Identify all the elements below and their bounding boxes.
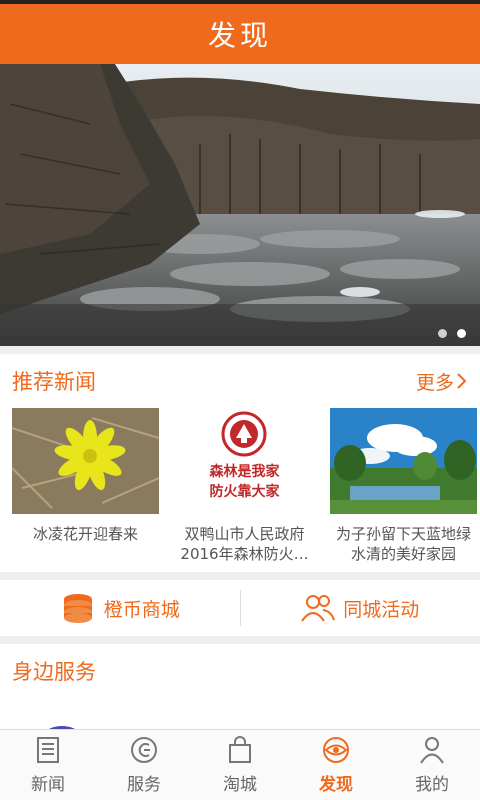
tab-shop[interactable]: 淘城 [192,730,288,800]
more-label: 更多 [415,371,454,394]
carousel-dot-active[interactable] [457,329,466,338]
bottom-tab-bar: 新闻 服务 淘城 发现 我的 [0,729,480,800]
newspaper-icon [37,736,59,763]
page-title: 发现 [207,19,272,52]
news-card[interactable]: 冰凌花开迎春来 [12,408,159,564]
news-thumbnail: 森林是我家 防火靠大家 [171,408,318,514]
news-thumbnail [12,408,159,514]
logo-text-line2: 防火靠大家 [209,484,280,500]
shopping-bag-icon [229,735,251,763]
tab-label: 新闻 [31,774,65,795]
tab-service[interactable]: 服务 [96,730,192,800]
forest-fire-logo [221,411,267,457]
coins-icon [63,594,92,623]
banner-image [0,64,480,346]
section-title-services: 身边服务 [12,660,96,684]
banner-carousel[interactable] [0,64,480,346]
city-activities-button[interactable]: 同城活动 [241,580,480,636]
carousel-dot[interactable] [438,329,447,338]
orange-coin-mall-label: 橙币商城 [103,598,180,621]
logo-text-line1: 森林是我家 [209,464,280,480]
orange-coin-mall-button[interactable]: 橙币商城 [0,580,240,636]
news-card[interactable]: 为子孙留下天蓝地绿水清的美好家园 [330,408,477,564]
page-header: 发现 [0,4,480,64]
tab-discover[interactable]: 发现 [288,730,384,800]
news-caption: 双鸭山市人民政府2016年森林防火… [180,525,309,563]
more-link[interactable]: 更多 [416,368,468,395]
shortcut-bar: 橙币商城 同城活动 [0,580,480,636]
news-thumbnail [330,408,477,514]
news-caption: 为子孙留下天蓝地绿水清的美好家园 [335,525,471,563]
news-card[interactable]: 森林是我家 防火靠大家 双鸭山市人民政府2016年森林防火… [171,408,318,564]
news-caption: 冰凌花开迎春来 [32,525,138,543]
people-icon [301,595,336,622]
city-activities-label: 同城活动 [343,598,420,621]
tab-label: 服务 [127,774,161,795]
discover-eye-icon [323,736,349,763]
person-icon [420,736,444,764]
tab-profile[interactable]: 我的 [384,730,480,800]
service-icon [131,736,157,763]
chevron-right-icon [457,373,467,389]
tab-label: 我的 [415,774,449,795]
carousel-indicators [438,329,466,338]
tab-label: 淘城 [223,774,257,795]
tab-label: 发现 [319,774,353,795]
recommended-news-section: 推荐新闻 更多 冰凌花开迎春来 森林是我家 防火靠大家 双鸭山市人民政府2016… [0,354,480,572]
section-title-news: 推荐新闻 [12,370,96,394]
tab-news[interactable]: 新闻 [0,730,96,800]
